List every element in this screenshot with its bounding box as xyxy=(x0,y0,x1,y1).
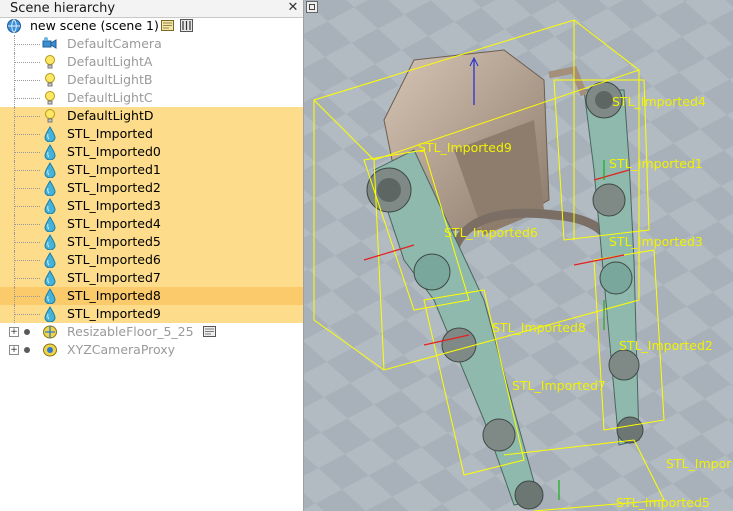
tree-line xyxy=(14,242,40,243)
object-properties-icon[interactable] xyxy=(203,325,216,338)
tree-item-label: DefaultCamera xyxy=(67,36,162,51)
tree-line xyxy=(14,44,40,45)
shape-drop-icon xyxy=(44,126,56,142)
object-label: STL_Imported2 xyxy=(619,338,713,353)
tree-item-label: STL_Imported8 xyxy=(67,288,161,303)
tree-item-label: XYZCameraProxy xyxy=(67,342,176,357)
object-label: STL_Imported5 xyxy=(616,495,710,510)
tree-item-label: STL_Imported6 xyxy=(67,252,161,267)
scene-layers-icon[interactable] xyxy=(180,19,193,32)
object-label: STL_Impor xyxy=(666,456,732,471)
tree-line xyxy=(14,206,40,207)
object-label: STL_Imported7 xyxy=(512,378,606,393)
tree-line xyxy=(14,188,40,189)
tree-line xyxy=(14,314,40,315)
tree-item-label: STL_Imported7 xyxy=(67,270,161,285)
panel-float-toggle-icon[interactable] xyxy=(306,1,318,13)
tree-item[interactable]: STL_Imported3 xyxy=(0,197,303,215)
shape-drop-icon xyxy=(44,216,56,232)
tree-line xyxy=(14,296,40,297)
tree-item[interactable]: STL_Imported xyxy=(0,125,303,143)
scene-settings-icon[interactable] xyxy=(161,19,174,32)
tree-root-scene[interactable]: new scene (scene 1) xyxy=(0,17,303,35)
shape-drop-icon xyxy=(44,180,56,196)
expand-icon[interactable]: + xyxy=(9,327,19,337)
tree-item[interactable]: STL_Imported8 xyxy=(0,287,303,305)
tree-item[interactable]: STL_Imported5 xyxy=(0,233,303,251)
object-label: STL_Imported1 xyxy=(609,156,703,171)
tree-line xyxy=(14,224,40,225)
tree-item-label: DefaultLightD xyxy=(67,108,154,123)
tree-line xyxy=(14,278,40,279)
tree-item[interactable]: DefaultCamera xyxy=(0,35,303,53)
object-label: STL_Imported3 xyxy=(609,234,703,249)
camera-icon xyxy=(42,37,57,49)
shape-drop-icon xyxy=(44,270,56,286)
tree-line xyxy=(14,134,40,135)
object-label: STL_Imported4 xyxy=(612,94,706,109)
shape-drop-icon xyxy=(44,306,56,322)
visibility-dot-icon[interactable] xyxy=(24,347,30,353)
floor-model-icon xyxy=(43,325,57,339)
shape-drop-icon xyxy=(44,234,56,250)
tree-item[interactable]: STL_Imported4 xyxy=(0,215,303,233)
tree-item[interactable]: DefaultLightC xyxy=(0,89,303,107)
light-bulb-icon xyxy=(45,109,55,123)
tree-item-label: STL_Imported2 xyxy=(67,180,161,195)
close-icon[interactable]: ✕ xyxy=(286,1,300,15)
tree-item-label: ResizableFloor_5_25 xyxy=(67,324,194,339)
tree-item[interactable]: STL_Imported9 xyxy=(0,305,303,323)
tree-item[interactable]: DefaultLightB xyxy=(0,71,303,89)
object-label: STL_Imported8 xyxy=(492,320,586,335)
shape-drop-icon xyxy=(44,252,56,268)
shape-drop-icon xyxy=(44,288,56,304)
tree-root-label: new scene (scene 1) xyxy=(30,18,159,33)
tree-item-label: STL_Imported4 xyxy=(67,216,161,231)
tree-item-label: DefaultLightA xyxy=(67,54,153,69)
tree-item-label: STL_Imported9 xyxy=(67,306,161,321)
scene-render: STL_Imported4 STL_Imported9 STL_Imported1 S… xyxy=(304,0,733,511)
tree-line xyxy=(14,98,40,99)
tree-line xyxy=(14,170,40,171)
tree-line xyxy=(14,80,40,81)
tree-item[interactable]: DefaultLightD xyxy=(0,107,303,125)
tree-item-label: DefaultLightC xyxy=(67,90,153,105)
camera-proxy-icon xyxy=(43,343,57,357)
tree-line xyxy=(14,260,40,261)
shape-drop-icon xyxy=(44,144,56,160)
tree-item-label: STL_Imported xyxy=(67,126,153,141)
object-label: STL_Imported9 xyxy=(418,140,512,155)
object-label: STL_Imported6 xyxy=(444,225,538,240)
tree-item[interactable]: STL_Imported0 xyxy=(0,143,303,161)
tree-line xyxy=(14,152,40,153)
tree-item-label: STL_Imported5 xyxy=(67,234,161,249)
light-bulb-icon xyxy=(45,55,55,69)
expand-icon[interactable]: + xyxy=(9,345,19,355)
visibility-dot-icon[interactable] xyxy=(24,329,30,335)
shape-drop-icon xyxy=(44,162,56,178)
tree-item[interactable]: STL_Imported1 xyxy=(0,161,303,179)
tree-line xyxy=(14,62,40,63)
tree-item-label: DefaultLightB xyxy=(67,72,153,87)
panel-titlebar: Scene hierarchy ✕ xyxy=(0,0,303,18)
tree-item-label: STL_Imported1 xyxy=(67,162,161,177)
tree-item[interactable]: DefaultLightA xyxy=(0,53,303,71)
tree-item-label: STL_Imported0 xyxy=(67,144,161,159)
scene-hierarchy-panel: Scene hierarchy ✕ new scene (scene 1) De… xyxy=(0,0,304,511)
light-bulb-icon xyxy=(45,73,55,87)
shape-drop-icon xyxy=(44,198,56,214)
tree-item[interactable]: STL_Imported7 xyxy=(0,269,303,287)
light-bulb-icon xyxy=(45,91,55,105)
tree-line xyxy=(14,116,40,117)
panel-title: Scene hierarchy xyxy=(10,1,116,16)
3d-viewport[interactable]: STL_Imported4 STL_Imported9 STL_Imported1 S… xyxy=(304,0,733,511)
globe-icon xyxy=(7,19,21,33)
tree-item[interactable]: STL_Imported6 xyxy=(0,251,303,269)
tree-item-label: STL_Imported3 xyxy=(67,198,161,213)
tree-item[interactable]: STL_Imported2 xyxy=(0,179,303,197)
tree-item[interactable]: + ResizableFloor_5_25 xyxy=(0,323,303,341)
tree-item[interactable]: + XYZCameraProxy xyxy=(0,341,303,359)
